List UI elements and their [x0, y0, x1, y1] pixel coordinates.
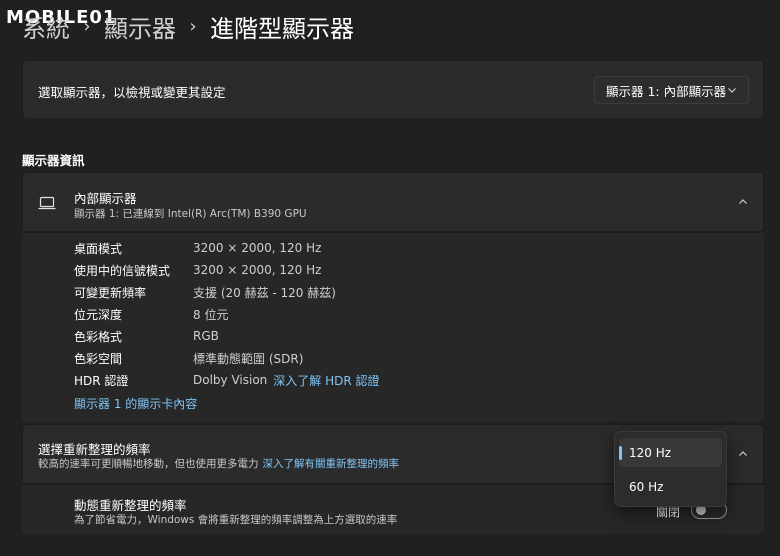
breadcrumb-separator: ›	[189, 15, 197, 37]
selected-indicator	[619, 446, 622, 460]
page-title: 進階型顯示器	[210, 14, 354, 43]
display-dropdown[interactable]: 顯示器 1: 內部顯示器	[594, 76, 749, 104]
monitor-icon	[38, 196, 56, 210]
refresh-option-label: 60 Hz	[629, 479, 664, 494]
spec-row: 位元深度 8 位元	[74, 305, 228, 323]
spec-row: 可變更新頻率 支援 (20 赫茲 - 120 赫茲)	[74, 283, 336, 301]
spec-label: 使用中的信號模式	[74, 263, 171, 278]
spec-value: 支援 (20 赫茲 - 120 赫茲)	[193, 285, 336, 300]
spec-value: RGB	[193, 329, 219, 343]
spec-label: 桌面模式	[74, 241, 123, 256]
section-title: 顯示器資訊	[22, 153, 85, 168]
display-dropdown-value: 顯示器 1: 內部顯示器	[606, 83, 727, 99]
refresh-rate-learn-more-link[interactable]: 深入了解有關重新整理的頻率	[263, 458, 400, 470]
spec-row: 色彩空間 標準動態範圍 (SDR)	[74, 349, 303, 367]
spec-label: 色彩空間	[74, 351, 123, 366]
spec-row: 桌面模式 3200 × 2000, 120 Hz	[74, 239, 321, 257]
chevron-up-icon[interactable]	[737, 448, 749, 460]
refresh-rate-dropdown-list: 120 Hz 60 Hz	[614, 431, 727, 507]
dynamic-refresh-subtitle: 為了節省電力，Windows 會將重新整理的頻率調整為上方選取的速率	[74, 514, 398, 526]
breadcrumb-item-system[interactable]: 系統	[22, 9, 70, 44]
refresh-option-label: 120 Hz	[629, 445, 672, 460]
spec-row: 使用中的信號模式 3200 × 2000, 120 Hz	[74, 261, 321, 279]
spec-value: 3200 × 2000, 120 Hz	[193, 241, 322, 255]
spec-label: 位元深度	[74, 307, 123, 322]
breadcrumb-separator: ›	[83, 15, 91, 37]
refresh-option-60hz[interactable]: 60 Hz	[619, 472, 722, 501]
chevron-up-icon[interactable]	[737, 196, 749, 208]
breadcrumb: 系統 › 顯示器 › 進階型顯示器	[22, 6, 354, 46]
breadcrumb-item-display[interactable]: 顯示器	[104, 9, 176, 44]
spec-row: 色彩格式 RGB	[74, 327, 219, 345]
spec-value: 標準動態範圍 (SDR)	[193, 351, 304, 366]
display-select-label: 選取顯示器，以檢視或變更其設定	[38, 85, 226, 100]
spec-row: HDR 認證 Dolby Vision 深入了解 HDR 認證	[74, 371, 380, 389]
adapter-properties-link[interactable]: 顯示器 1 的顯示卡內容	[74, 395, 197, 412]
display-connection: 顯示器 1: 已連線到 Intel(R) Arc(TM) B390 GPU	[74, 208, 307, 220]
spec-label: HDR 認證	[74, 373, 129, 388]
refresh-rate-subtitle: 較高的速率可更順暢地移動，但也使用更多電力 深入了解有關重新整理的頻率	[38, 456, 399, 471]
spec-value: Dolby Vision	[193, 373, 268, 387]
refresh-rate-description: 較高的速率可更順暢地移動，但也使用更多電力	[38, 458, 259, 470]
refresh-option-120hz[interactable]: 120 Hz	[619, 438, 722, 467]
spec-value: 3200 × 2000, 120 Hz	[193, 263, 322, 277]
spec-label: 可變更新頻率	[74, 285, 147, 300]
chevron-down-icon	[728, 88, 736, 93]
spec-label: 色彩格式	[74, 329, 123, 344]
hdr-learn-more-link[interactable]: 深入了解 HDR 認證	[273, 372, 379, 389]
spec-value: 8 位元	[193, 307, 229, 322]
display-name: 內部顯示器	[74, 191, 137, 206]
